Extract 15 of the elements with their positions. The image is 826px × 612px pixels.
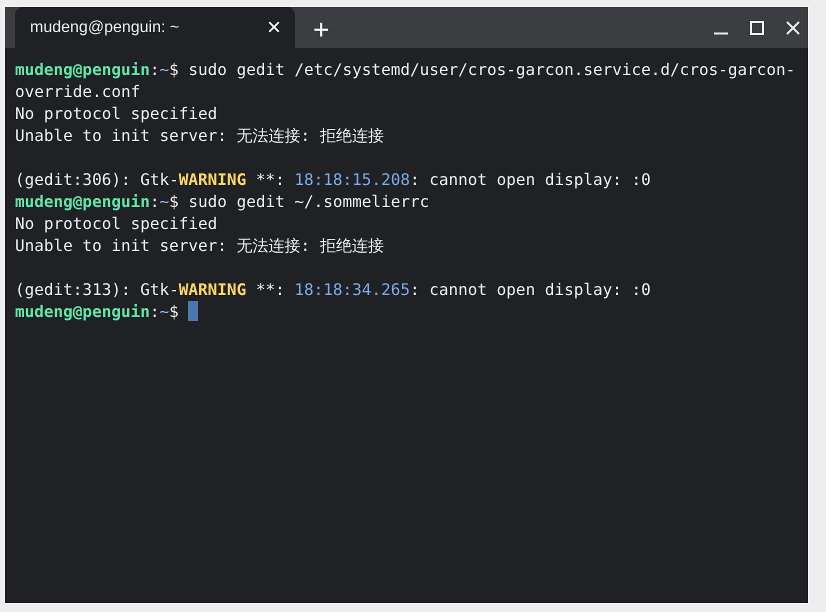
terminal-line: override.conf (15, 82, 140, 101)
terminal-line: (gedit:313): Gtk-WARNING **: 18:18:34.265: cannot open display: :0 (15, 280, 651, 299)
terminal-line: mudeng@penguin:~$ sudo gedit ~/.sommelierrc (15, 192, 430, 211)
terminal-line: (gedit:306): Gtk-WARNING **: 18:18:15.208: cannot open display: :0 (15, 170, 651, 189)
terminal-line: mudeng@penguin:~$ (15, 302, 180, 321)
close-tab-button[interactable]: × (262, 16, 285, 40)
terminal-line: No protocol specified (15, 104, 218, 123)
terminal-line: Unable to init server: 无法连接: 拒绝连接 (15, 236, 384, 255)
close-icon[interactable] (786, 20, 800, 34)
terminal-line: mudeng@penguin:~$ sudo gedit /etc/systemd/user/cros-garcon.service.d/cros-garcon- (15, 60, 796, 79)
maximize-icon[interactable] (750, 20, 764, 34)
new-tab-button[interactable]: + (307, 16, 336, 44)
terminal-line: No protocol specified (15, 214, 218, 233)
terminal-tab[interactable]: mudeng@penguin: ~ × (15, 7, 295, 48)
terminal-line: Unable to init server: 无法连接: 拒绝连接 (15, 126, 384, 145)
